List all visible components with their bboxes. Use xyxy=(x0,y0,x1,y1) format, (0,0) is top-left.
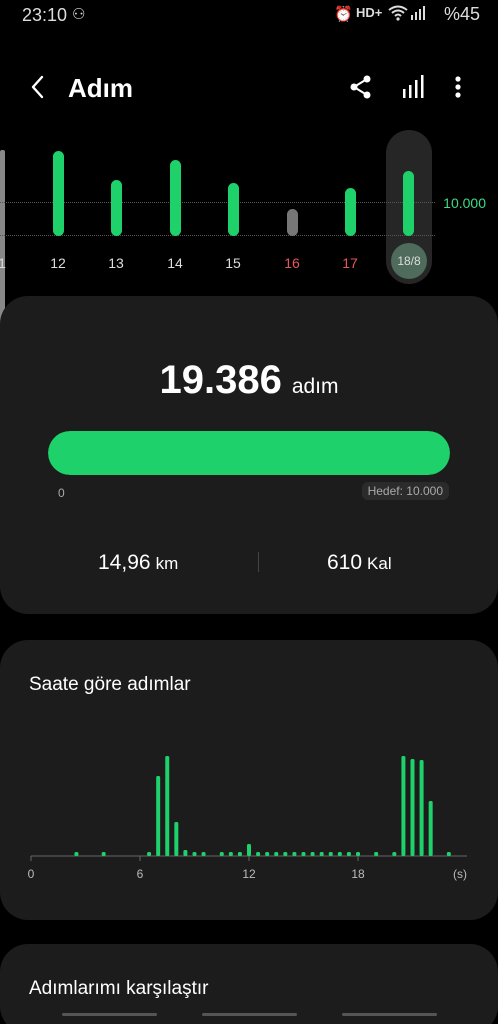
hourly-bar xyxy=(337,852,342,856)
daily-steps-chart: 10.000 1 18/8 12 13 14 15 16 17 xyxy=(0,128,498,288)
day-label-16: 16 xyxy=(284,255,300,271)
goal-label: 10.000 xyxy=(443,195,486,211)
hourly-bar xyxy=(328,852,333,856)
day-label-13: 13 xyxy=(108,255,124,271)
hourly-bar xyxy=(228,852,233,856)
app-header: Adım xyxy=(0,60,498,116)
hourly-bar xyxy=(392,852,397,856)
selected-date-badge[interactable]: 18/8 xyxy=(391,243,427,279)
battery-level: %45 xyxy=(443,4,480,24)
hourly-tick-label: 12 xyxy=(242,867,256,881)
hourly-bar xyxy=(256,852,261,856)
hourly-bar xyxy=(237,852,242,856)
hourly-steps-chart: 0 6 12 18 (s) xyxy=(28,756,467,881)
hourly-bar xyxy=(147,852,152,856)
step-count-value: 19.386 xyxy=(159,358,282,402)
stat-divider xyxy=(258,552,259,572)
hourly-bar xyxy=(174,822,179,856)
hourly-bar xyxy=(346,852,351,856)
nav-home[interactable] xyxy=(202,1013,297,1016)
day-label-14: 14 xyxy=(167,255,183,271)
share-button[interactable] xyxy=(346,72,378,104)
compare-steps-card[interactable]: Adımlarımı karşılaştır xyxy=(0,944,498,1024)
accessibility-icon: ⚇ xyxy=(72,6,86,23)
goal-line xyxy=(0,202,435,203)
hd-indicator: HD+ xyxy=(356,5,383,20)
day-bar-12[interactable] xyxy=(53,151,64,236)
nav-recents[interactable] xyxy=(62,1013,157,1016)
progress-start-label: 0 xyxy=(58,486,65,500)
hourly-bar xyxy=(101,852,106,856)
day-label-12: 12 xyxy=(50,255,66,271)
hourly-tick-label: 6 xyxy=(137,867,144,881)
calories-value: 610 xyxy=(327,551,363,574)
hourly-bar xyxy=(356,852,360,856)
trends-button[interactable] xyxy=(398,72,430,104)
signal-icon xyxy=(410,5,426,25)
day-label-15: 15 xyxy=(225,255,241,271)
hourly-bar xyxy=(419,760,424,856)
share-icon xyxy=(350,75,371,99)
day-bar-17[interactable] xyxy=(345,188,356,236)
hourly-bar xyxy=(192,852,197,856)
day-bar-14[interactable] xyxy=(170,160,181,236)
hourly-bar xyxy=(310,852,315,856)
back-button[interactable] xyxy=(24,72,54,102)
day-bar-16[interactable] xyxy=(287,209,298,236)
hourly-bar xyxy=(301,852,306,856)
nav-back[interactable] xyxy=(342,1013,437,1016)
status-time: 23:10 xyxy=(22,5,68,25)
hourly-bar xyxy=(292,852,297,856)
hourly-bar xyxy=(265,852,270,856)
goal-progress-bar xyxy=(48,431,450,475)
wifi-icon xyxy=(388,5,408,25)
alarm-icon: ⏰ xyxy=(334,6,353,23)
hourly-bar xyxy=(74,852,79,856)
hourly-bar xyxy=(274,852,279,856)
hourly-bar xyxy=(374,852,379,856)
hourly-bar xyxy=(219,852,224,856)
hourly-steps-card[interactable]: Saate göre adımlar 0 6 12 18 (s) xyxy=(0,640,498,920)
distance-unit: km xyxy=(155,554,179,573)
hourly-bar xyxy=(401,756,406,856)
day-bar-selected[interactable] xyxy=(403,171,414,236)
hourly-bar xyxy=(247,844,251,856)
hourly-tick-label: 0 xyxy=(28,867,35,881)
step-count-unit: adım xyxy=(291,375,339,398)
day-bar-13[interactable] xyxy=(111,180,122,236)
hourly-bar xyxy=(319,852,324,856)
status-bar: 23:10 ⚇ ⏰ HD+ %45 xyxy=(0,0,498,30)
hourly-bar xyxy=(165,756,170,856)
summary-card: 19.386 adım 0 Hedef: 10.000 14,96 km 610 Ka… xyxy=(0,296,498,614)
hourly-x-unit: (s) xyxy=(453,867,467,881)
back-icon xyxy=(31,75,44,99)
hourly-bar xyxy=(201,852,206,856)
distance-stat: 14,96 km xyxy=(98,551,178,575)
day-label-17: 17 xyxy=(342,255,358,271)
page-title: Adım xyxy=(68,73,133,103)
hourly-bar xyxy=(410,759,415,856)
hourly-bar xyxy=(183,850,188,856)
day-label-partial: 1 xyxy=(0,255,6,271)
compare-title: Adımlarımı karşılaştır xyxy=(29,978,209,999)
baseline xyxy=(0,235,435,236)
more-icon xyxy=(455,76,461,98)
hourly-tick-label: 18 xyxy=(351,867,365,881)
goal-badge: Hedef: 10.000 xyxy=(361,482,449,500)
distance-value: 14,96 xyxy=(98,551,151,574)
more-options-button[interactable] xyxy=(446,72,478,104)
calories-stat: 610 Kal xyxy=(327,551,392,575)
hourly-bar xyxy=(156,776,161,856)
goal-progress-fill xyxy=(48,431,450,475)
hourly-bar xyxy=(428,801,433,856)
bar-chart-icon xyxy=(403,75,424,98)
hourly-bar xyxy=(283,852,288,856)
day-bar-15[interactable] xyxy=(228,183,239,236)
calories-unit: Kal xyxy=(367,554,392,573)
step-count: 19.386 adım xyxy=(0,358,498,403)
hourly-bar xyxy=(446,852,451,856)
